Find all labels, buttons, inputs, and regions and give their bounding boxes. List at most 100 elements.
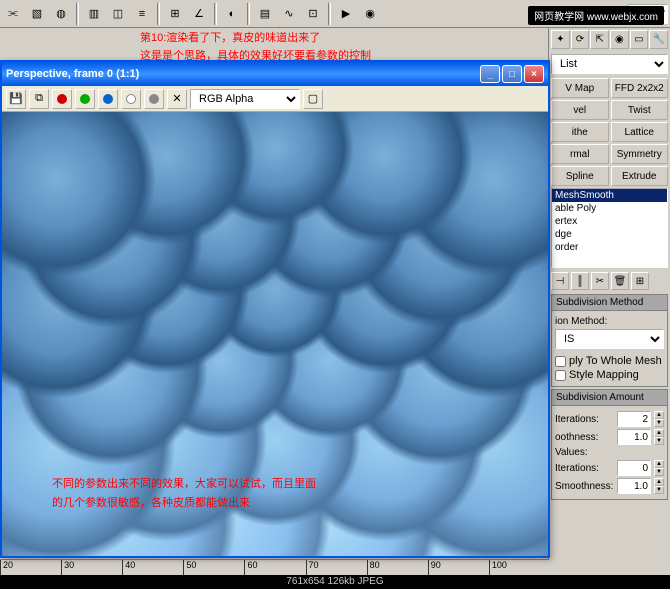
tool-render-icon[interactable]: ▶	[335, 3, 357, 25]
tool-angle-icon[interactable]: ∠	[188, 3, 210, 25]
style-mapping-label: Style Mapping	[569, 369, 639, 381]
minimize-button[interactable]: _	[480, 65, 500, 83]
green-channel-icon[interactable]	[75, 89, 95, 109]
method-dropdown[interactable]: IS	[555, 329, 664, 349]
stack-item-edge[interactable]: dge	[552, 228, 667, 241]
create-tab-icon[interactable]: ✦	[551, 30, 570, 49]
extrude-button[interactable]: Extrude	[611, 166, 669, 186]
make-unique-icon[interactable]: ✂	[591, 272, 609, 290]
iterations-label: Iterations:	[555, 414, 614, 425]
spline-button[interactable]: Spline	[551, 166, 609, 186]
stack-item-vertex[interactable]: ertex	[552, 215, 667, 228]
separator	[328, 3, 331, 25]
rollout-header[interactable]: Subdivision Amount	[552, 390, 667, 406]
tool-schematic-icon[interactable]: ⊡	[302, 3, 324, 25]
clear-icon[interactable]: ✕	[167, 89, 187, 109]
normal-button[interactable]: rmal	[551, 144, 609, 164]
ruler-tick: 20	[0, 560, 61, 575]
render-viewport[interactable]: 不同的参数出来不同的效果，大家可以试试，而且里面 的几个参数很敏感，各种皮质都能…	[2, 112, 548, 556]
tool-snap-icon[interactable]: ⊞	[164, 3, 186, 25]
watermark: 网页教学网 www.webjx.com	[528, 6, 664, 25]
smoothness-spinner[interactable]	[617, 429, 651, 445]
spinner-up-icon[interactable]: ▲	[654, 429, 664, 437]
maximize-button[interactable]: □	[502, 65, 522, 83]
spinner-down-icon[interactable]: ▼	[654, 419, 664, 427]
clone-icon[interactable]: ⧉	[29, 89, 49, 109]
tool-material-icon[interactable]: ◐	[221, 3, 243, 25]
ruler-tick: 80	[367, 560, 428, 575]
iterations2-label: Iterations:	[555, 463, 614, 474]
lattice-button[interactable]: Lattice	[611, 122, 669, 142]
apply-whole-mesh-checkbox[interactable]	[555, 356, 566, 367]
tool-array-icon[interactable]: ◫	[107, 3, 129, 25]
bevel-button[interactable]: vel	[551, 100, 609, 120]
hierarchy-tab-icon[interactable]: ⇱	[590, 30, 609, 49]
apply-whole-mesh-label: ply To Whole Mesh	[569, 355, 662, 367]
modifier-stack[interactable]: MeshSmooth able Poly ertex dge order	[551, 188, 668, 268]
annotation-top-line2: 这是是个思路，具体的效果好坏要看参数的控制	[140, 50, 371, 62]
tool-align-icon[interactable]: ≡	[131, 3, 153, 25]
spinner-up-icon[interactable]: ▲	[654, 460, 664, 468]
ffd-button[interactable]: FFD 2x2x2	[611, 78, 669, 98]
display-tab-icon[interactable]: ▭	[630, 30, 649, 49]
iterations-spinner[interactable]	[617, 411, 651, 427]
annotation-bottom: 不同的参数出来不同的效果，大家可以试试，而且里面 的几个参数很敏感，各种皮质都能…	[52, 474, 316, 512]
spinner-up-icon[interactable]: ▲	[654, 478, 664, 486]
pin-stack-icon[interactable]: ⊣	[551, 272, 569, 290]
alpha-channel-icon[interactable]	[121, 89, 141, 109]
values-label: Values:	[555, 447, 664, 458]
modifier-list-dropdown[interactable]: List	[551, 54, 668, 74]
tool-teapot-icon[interactable]: ◍	[50, 3, 72, 25]
render-title: Perspective, frame 0 (1:1)	[6, 68, 480, 80]
timeline-ruler[interactable]: 20 30 40 50 60 70 80 90 100	[0, 559, 550, 575]
tool-quick-render-icon[interactable]: ◉	[359, 3, 381, 25]
ruler-tick: 90	[428, 560, 489, 575]
smoothness2-spinner[interactable]	[617, 478, 651, 494]
channel-dropdown[interactable]: RGB Alpha	[190, 89, 300, 109]
configure-sets-icon[interactable]: ⊞	[631, 272, 649, 290]
mono-channel-icon[interactable]	[144, 89, 164, 109]
blue-channel-icon[interactable]	[98, 89, 118, 109]
uvmap-button[interactable]: V Map	[551, 78, 609, 98]
tool-link-icon[interactable]: ⫘	[2, 3, 24, 25]
annotation-bottom-line1: 不同的参数出来不同的效果，大家可以试试，而且里面	[52, 478, 316, 490]
twist-button[interactable]: Twist	[611, 100, 669, 120]
annotation-top-line1: 第10:渲染看了下，真皮的味道出来了	[140, 32, 320, 44]
ruler-tick: 100	[489, 560, 550, 575]
ruler-tick: 30	[61, 560, 122, 575]
show-end-result-icon[interactable]: ║	[571, 272, 589, 290]
style-mapping-checkbox[interactable]	[555, 370, 566, 381]
tool-layers-icon[interactable]: ▤	[254, 3, 276, 25]
utilities-tab-icon[interactable]: 🔧	[649, 30, 668, 49]
ruler-tick: 50	[183, 560, 244, 575]
render-frame-window: Perspective, frame 0 (1:1) _ □ × 💾 ⧉ ✕ R…	[0, 60, 550, 558]
frame-buffer-icon[interactable]: ▢	[303, 89, 323, 109]
spinner-down-icon[interactable]: ▼	[654, 468, 664, 476]
tool-mirror-icon[interactable]: ▥	[83, 3, 105, 25]
lathe-button[interactable]: ithe	[551, 122, 609, 142]
save-image-icon[interactable]: 💾	[6, 89, 26, 109]
stack-item-editablepoly[interactable]: able Poly	[552, 202, 667, 215]
separator	[157, 3, 160, 25]
render-titlebar[interactable]: Perspective, frame 0 (1:1) _ □ ×	[2, 62, 548, 86]
separator	[247, 3, 250, 25]
tool-cube-icon[interactable]: ▧	[26, 3, 48, 25]
iterations2-spinner[interactable]	[617, 460, 651, 476]
tool-curve-icon[interactable]: ∿	[278, 3, 300, 25]
symmetry-button[interactable]: Symmetry	[611, 144, 669, 164]
stack-item-meshsmooth[interactable]: MeshSmooth	[552, 189, 667, 202]
smoothness2-label: Smoothness:	[555, 481, 614, 492]
stack-item-border[interactable]: order	[552, 241, 667, 254]
rollout-header[interactable]: Subdivision Method	[552, 295, 667, 311]
status-bar: 761x654 126kb JPEG	[0, 575, 670, 589]
separator	[76, 3, 79, 25]
red-channel-icon[interactable]	[52, 89, 72, 109]
remove-modifier-icon[interactable]: 🗑	[611, 272, 629, 290]
spinner-down-icon[interactable]: ▼	[654, 437, 664, 445]
ruler-tick: 60	[244, 560, 305, 575]
modify-tab-icon[interactable]: ⟳	[571, 30, 590, 49]
spinner-down-icon[interactable]: ▼	[654, 486, 664, 494]
close-button[interactable]: ×	[524, 65, 544, 83]
spinner-up-icon[interactable]: ▲	[654, 411, 664, 419]
motion-tab-icon[interactable]: ◉	[610, 30, 629, 49]
